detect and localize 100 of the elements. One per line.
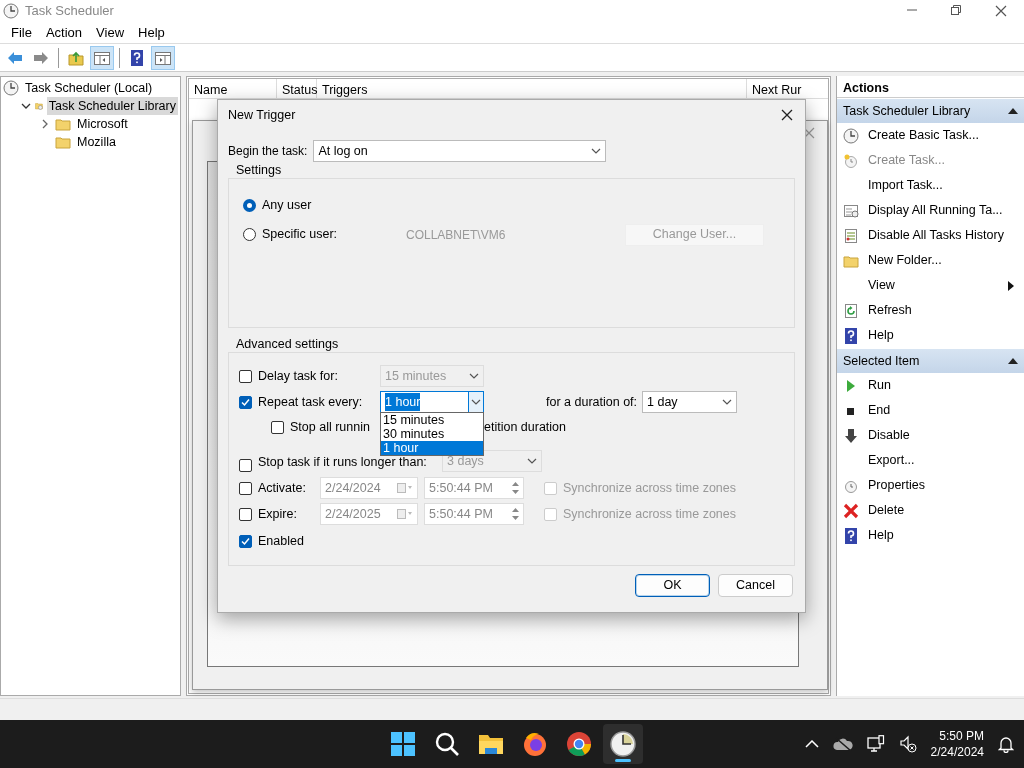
section-header[interactable]: Task Scheduler Library bbox=[837, 99, 1024, 123]
calendar-icon bbox=[397, 483, 413, 493]
network-icon[interactable] bbox=[866, 735, 885, 753]
speaker-muted-icon[interactable] bbox=[898, 735, 917, 753]
command-link[interactable]: Run bbox=[837, 373, 1024, 398]
date-field[interactable]: 2/24/2025 bbox=[320, 503, 418, 525]
chevron-down-icon bbox=[469, 373, 479, 379]
tree-item[interactable]: Microsoft bbox=[75, 114, 130, 134]
column-header[interactable]: Next Rur bbox=[747, 78, 807, 99]
checkbox-label: Enabled bbox=[257, 532, 304, 550]
chevron-down-icon[interactable] bbox=[21, 101, 31, 111]
ok-button[interactable]: OK bbox=[635, 574, 710, 597]
refresh-icon bbox=[843, 302, 859, 319]
clock-icon bbox=[843, 127, 859, 144]
command-link[interactable]: Create Basic Task... bbox=[837, 123, 1024, 148]
command-link[interactable]: Disable All Tasks History bbox=[837, 223, 1024, 248]
clock-icon bbox=[3, 80, 19, 96]
clock-icon bbox=[843, 152, 859, 169]
clock-icon bbox=[3, 3, 19, 19]
checkbox-label: etition duration bbox=[484, 418, 566, 436]
command-link[interactable]: Disable bbox=[837, 423, 1024, 448]
checkbox[interactable] bbox=[239, 395, 252, 409]
close-icon[interactable] bbox=[781, 109, 793, 121]
cloud-icon[interactable] bbox=[832, 737, 853, 751]
checkbox[interactable] bbox=[239, 507, 252, 521]
checkbox[interactable] bbox=[239, 459, 252, 472]
menu-item[interactable]: Help bbox=[131, 22, 172, 43]
bell-icon[interactable] bbox=[998, 735, 1014, 753]
checkbox[interactable] bbox=[239, 369, 252, 383]
menu-item[interactable]: Action bbox=[38, 22, 90, 43]
list-icon bbox=[843, 227, 859, 244]
list-icon bbox=[843, 202, 859, 219]
chevron-right-icon[interactable] bbox=[40, 119, 50, 129]
section-header[interactable]: Selected Item bbox=[837, 349, 1024, 373]
field-label: Expire: bbox=[257, 505, 298, 523]
command-link[interactable]: Properties bbox=[837, 473, 1024, 498]
collapse-icon[interactable] bbox=[1008, 358, 1018, 364]
tree-item[interactable]: Task Scheduler Library bbox=[46, 96, 178, 116]
time-field[interactable]: 5:50:44 PM bbox=[424, 503, 524, 525]
delete-icon bbox=[843, 502, 859, 519]
list-option[interactable]: 15 minutes bbox=[381, 413, 483, 427]
toolbar-button[interactable] bbox=[151, 45, 175, 70]
tree-item[interactable]: Task Scheduler (Local) bbox=[23, 78, 155, 98]
column-header[interactable]: Name bbox=[189, 78, 277, 99]
taskbar-button[interactable] bbox=[603, 724, 643, 764]
command-link[interactable]: Help bbox=[837, 523, 1024, 548]
browser-icon bbox=[521, 730, 549, 758]
command-link[interactable]: Delete bbox=[837, 498, 1024, 523]
start-icon bbox=[389, 730, 417, 758]
list-option[interactable]: 1 hour bbox=[381, 441, 483, 455]
dropdown[interactable]: 1 day bbox=[642, 391, 738, 413]
chevron-down-icon bbox=[471, 399, 481, 405]
search-icon bbox=[433, 730, 461, 758]
field-label: Repeat task every: bbox=[257, 393, 364, 411]
column-header[interactable]: Triggers bbox=[317, 78, 747, 99]
menu-item[interactable]: File bbox=[4, 22, 39, 43]
dropdown[interactable]: 1 hour bbox=[380, 391, 484, 413]
folder-icon bbox=[55, 134, 71, 150]
field-label: Begin the task: bbox=[228, 143, 308, 160]
clock[interactable]: 5:50 PM 2/24/2024 bbox=[930, 728, 984, 760]
date-field[interactable]: 2/24/2024 bbox=[320, 477, 418, 499]
field-label: for a duration of: bbox=[546, 393, 638, 411]
chevron-down-icon bbox=[527, 458, 537, 464]
option-label: Any user bbox=[261, 197, 313, 215]
command-link[interactable]: New Folder... bbox=[837, 248, 1024, 273]
list-option[interactable]: 30 minutes bbox=[381, 427, 483, 441]
toolbar-button[interactable] bbox=[90, 45, 114, 70]
dropdown[interactable]: At log on bbox=[313, 140, 607, 162]
command-link[interactable]: View bbox=[837, 273, 1024, 298]
section-title: Task Scheduler Library bbox=[843, 102, 971, 120]
group-title: Settings bbox=[235, 162, 282, 178]
field-label: Delay task for: bbox=[257, 367, 339, 385]
option-label: Specific user: bbox=[261, 226, 339, 244]
tree-item[interactable]: Mozilla bbox=[75, 132, 118, 152]
time-field[interactable]: 5:50:44 PM bbox=[424, 477, 524, 499]
radio-button[interactable] bbox=[243, 199, 256, 212]
date-text: 2/24/2024 bbox=[930, 744, 984, 760]
radio-button[interactable] bbox=[243, 228, 256, 241]
checkbox-label: Stop all runnin bbox=[289, 418, 371, 436]
command-link[interactable]: Export... bbox=[837, 448, 1024, 473]
checkbox[interactable] bbox=[239, 534, 252, 548]
checkbox[interactable] bbox=[271, 420, 284, 434]
collapse-icon[interactable] bbox=[1008, 108, 1018, 114]
field-label: Stop task if it runs longer than: bbox=[257, 454, 428, 472]
menu-item[interactable]: View bbox=[89, 22, 132, 43]
help-icon bbox=[843, 327, 859, 344]
checkbox[interactable] bbox=[239, 481, 252, 495]
pane-title: Actions bbox=[837, 76, 1024, 98]
column-header[interactable]: Status bbox=[277, 78, 317, 99]
field-label: Activate: bbox=[257, 479, 307, 497]
chevron-up-icon[interactable] bbox=[804, 740, 819, 748]
cancel-button[interactable]: Cancel bbox=[718, 574, 793, 597]
chevron-down-icon bbox=[591, 148, 602, 154]
command-link[interactable]: Refresh bbox=[837, 298, 1024, 323]
command-link[interactable]: End bbox=[837, 398, 1024, 423]
command-link[interactable]: Display All Running Ta... bbox=[837, 198, 1024, 223]
browser-icon bbox=[565, 730, 593, 758]
command-link[interactable]: Import Task... bbox=[837, 173, 1024, 198]
command-link[interactable]: Help bbox=[837, 323, 1024, 348]
checkbox-label: Synchronize across time zones bbox=[562, 505, 736, 523]
